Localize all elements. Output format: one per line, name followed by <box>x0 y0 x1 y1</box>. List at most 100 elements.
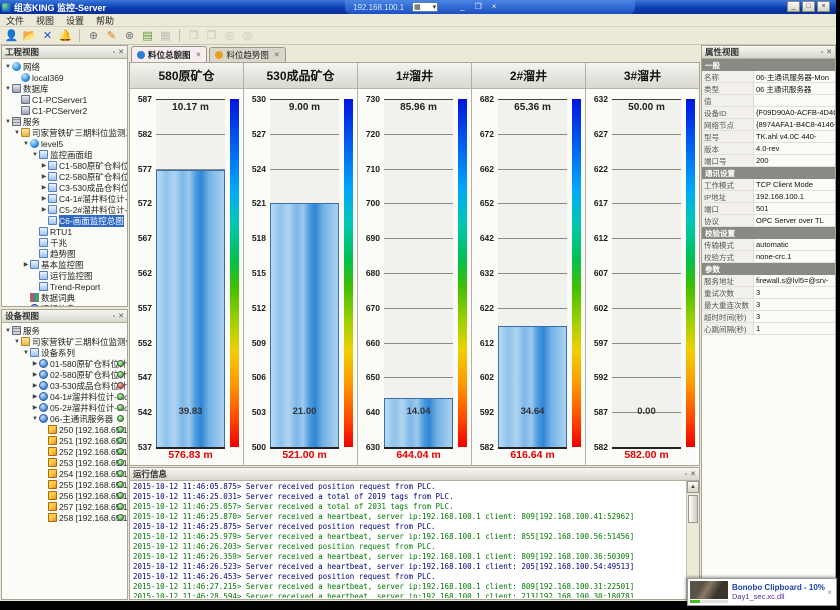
project-tree-item[interactable]: C1-PCServer2 <box>4 105 127 116</box>
minimize-button[interactable]: _ <box>787 1 800 12</box>
tree-expander-icon[interactable]: ▶ <box>40 195 48 202</box>
project-tree-item[interactable]: ▼网络 <box>4 61 127 72</box>
tree-expander-icon[interactable]: ▶ <box>31 371 39 378</box>
property-row[interactable]: 传输模式automatic <box>702 239 835 251</box>
tree-expander-icon[interactable]: ▶ <box>40 184 48 191</box>
tree-expander-icon[interactable]: ▼ <box>4 119 12 125</box>
menu-item-视图[interactable]: 视图 <box>36 14 54 27</box>
run-icon[interactable]: ◎ <box>222 28 237 43</box>
project-tree-item[interactable]: 千兆 <box>4 237 127 248</box>
property-row[interactable]: 值 <box>702 95 835 107</box>
device-tree-item[interactable]: ▶01-580原矿仓料位计-Mon <box>4 358 127 369</box>
project-tree-item[interactable]: ▶基本监控图 <box>4 259 127 270</box>
tree-expander-icon[interactable]: ▶ <box>31 382 39 389</box>
stop-icon[interactable]: ◎ <box>240 28 255 43</box>
open-project-icon[interactable]: 📂 <box>22 28 37 43</box>
property-row[interactable]: 最大重连次数3 <box>702 299 835 311</box>
device-tree-item[interactable]: 250 [192.168.65.10] <box>4 424 127 435</box>
panel-pin-icon[interactable]: ▫ <box>113 313 115 320</box>
close-project-icon[interactable]: ✕ <box>40 28 55 43</box>
panel-close-icon[interactable]: ✕ <box>690 470 696 478</box>
close-button[interactable]: × <box>817 1 830 12</box>
add-icon[interactable]: ⊕ <box>86 28 101 43</box>
property-row[interactable]: 心跳间隔(秒)1 <box>702 323 835 335</box>
device-tree-item[interactable]: 257 [192.168.65.17] <box>4 501 127 512</box>
project-tree-item[interactable]: ▶C1-580原矿仓料位计-Mon <box>4 160 127 171</box>
device-tree-item[interactable]: ▼服务 <box>4 325 127 336</box>
device-tree-item[interactable]: ▶05-2#溜井料位计-Mon <box>4 402 127 413</box>
project-tree-item[interactable]: ▼司家营铁矿三期料位监测工程- <box>4 127 127 138</box>
tree-expander-icon[interactable]: ▼ <box>22 141 30 147</box>
project-tree-item[interactable]: 趋势图 <box>4 248 127 259</box>
scroll-up-icon[interactable]: ▲ <box>687 481 699 493</box>
tree-expander-icon[interactable]: ▼ <box>13 339 21 345</box>
menu-item-文件[interactable]: 文件 <box>6 14 24 27</box>
project-tree-item[interactable]: local369 <box>4 72 127 83</box>
panel-close-icon[interactable]: ✕ <box>118 48 124 56</box>
project-tree-item[interactable]: ▶C4-1#溜井料位计-Mon <box>4 193 127 204</box>
project-tree-item[interactable]: RTU1 <box>4 226 127 237</box>
mdi-restore-button[interactable]: ❐ <box>475 3 482 11</box>
menu-item-帮助[interactable]: 帮助 <box>96 14 114 27</box>
project-tree-item[interactable]: ▼服务 <box>4 116 127 127</box>
tree-expander-icon[interactable]: ▼ <box>31 416 39 422</box>
property-row[interactable]: 工作模式TCP Client Mode <box>702 179 835 191</box>
property-row[interactable]: 校验方式none-crc.1 <box>702 251 835 263</box>
list-icon[interactable]: ▤ <box>140 28 155 43</box>
tree-expander-icon[interactable]: ▶ <box>31 404 39 411</box>
monitor1-icon[interactable]: ❒ <box>186 28 201 43</box>
device-tree-item[interactable]: ▶04-1#溜井料位计-Mon <box>4 391 127 402</box>
device-tree-item[interactable]: 251 [192.168.65.11] <box>4 435 127 446</box>
tree-expander-icon[interactable]: ▶ <box>40 162 48 169</box>
mdi-close-button[interactable]: × <box>492 3 497 11</box>
device-tree-item[interactable]: 252 [192.168.65.12] <box>4 446 127 457</box>
device-tree-item[interactable]: ▶02-580原矿仓料位计-Mon <box>4 369 127 380</box>
tree-expander-icon[interactable]: ▼ <box>31 152 39 158</box>
property-row[interactable]: 型号TK.ahl v4.0C 440- <box>702 131 835 143</box>
panel-pin-icon[interactable]: ▫ <box>685 471 687 478</box>
user-connect-icon[interactable]: 👤 <box>4 28 19 43</box>
tree-expander-icon[interactable]: ▼ <box>4 86 12 92</box>
device-tree-item[interactable]: ▶03-530成品仓料位计-Mon <box>4 380 127 391</box>
device-tree-item[interactable]: ▼06-主通讯服务器 <box>4 413 127 424</box>
tab-close-icon[interactable]: ✕ <box>274 51 280 59</box>
tree-expander-icon[interactable]: ▼ <box>22 350 30 356</box>
remove-icon[interactable]: ⊗ <box>122 28 137 43</box>
device-tree-item[interactable]: 258 [192.168.65.18] <box>4 512 127 523</box>
tab-料位趋势图[interactable]: 料位趋势图✕ <box>209 47 285 62</box>
property-section[interactable]: 校验设置 <box>702 227 835 239</box>
panel-pin-icon[interactable]: ▫ <box>821 49 823 56</box>
popup-close-icon[interactable]: × <box>827 588 832 597</box>
device-tree-item[interactable]: ▼设备系列 <box>4 347 127 358</box>
panel-close-icon[interactable]: ✕ <box>118 312 124 320</box>
project-tree-item[interactable]: C1-PCServer1 <box>4 94 127 105</box>
property-section[interactable]: 一般 <box>702 59 835 71</box>
tree-expander-icon[interactable]: ▼ <box>4 64 12 70</box>
property-row[interactable]: 网络节点{8974AFA1-B4C8-4146- <box>702 119 835 131</box>
property-row[interactable]: 设备ID{F09D90A0-ACFB-4D4C- <box>702 107 835 119</box>
property-row[interactable]: 类型06 主通讯服务器 <box>702 83 835 95</box>
notification-popup[interactable]: Bonobo Clipboard - 10% Day1_sec.xc.dll × <box>687 578 837 606</box>
mdi-minimize-button[interactable]: _ <box>460 3 464 11</box>
device-tree-item[interactable]: ▼司家营铁矿三期料位监测仪- <box>4 336 127 347</box>
tree-expander-icon[interactable]: ▶ <box>40 173 48 180</box>
tree-expander-icon[interactable]: ▶ <box>31 360 39 367</box>
project-tree-item[interactable]: ▼数据库 <box>4 83 127 94</box>
property-row[interactable]: 端口501 <box>702 203 835 215</box>
property-row[interactable]: 端口号200 <box>702 155 835 167</box>
property-section[interactable]: 通讯设置 <box>702 167 835 179</box>
project-tree-item[interactable]: ▶C5-2#溜井料位计-Mon <box>4 204 127 215</box>
property-row[interactable]: 协议OPC Server over TL <box>702 215 835 227</box>
scroll-thumb[interactable] <box>688 495 698 523</box>
device-tree-item[interactable]: 253 [192.168.65.13] <box>4 457 127 468</box>
property-section[interactable]: 参数 <box>702 263 835 275</box>
project-tree-item[interactable]: 数据词典 <box>4 292 127 303</box>
tree-expander-icon[interactable]: ▼ <box>4 328 12 334</box>
panel-close-icon[interactable]: ✕ <box>826 48 832 56</box>
property-row[interactable]: IP地址192.168.100.1 <box>702 191 835 203</box>
title-bar[interactable]: 组态KING 监控-Server 192.168.100.1 ▦▾ _ ❐ × … <box>0 0 836 14</box>
log-output[interactable]: 2015-10-12 11:46:05.875> Server received… <box>131 481 686 598</box>
tree-expander-icon[interactable]: ▶ <box>22 261 30 268</box>
tree-expander-icon[interactable]: ▶ <box>40 206 48 213</box>
maximize-button[interactable]: □ <box>802 1 815 12</box>
